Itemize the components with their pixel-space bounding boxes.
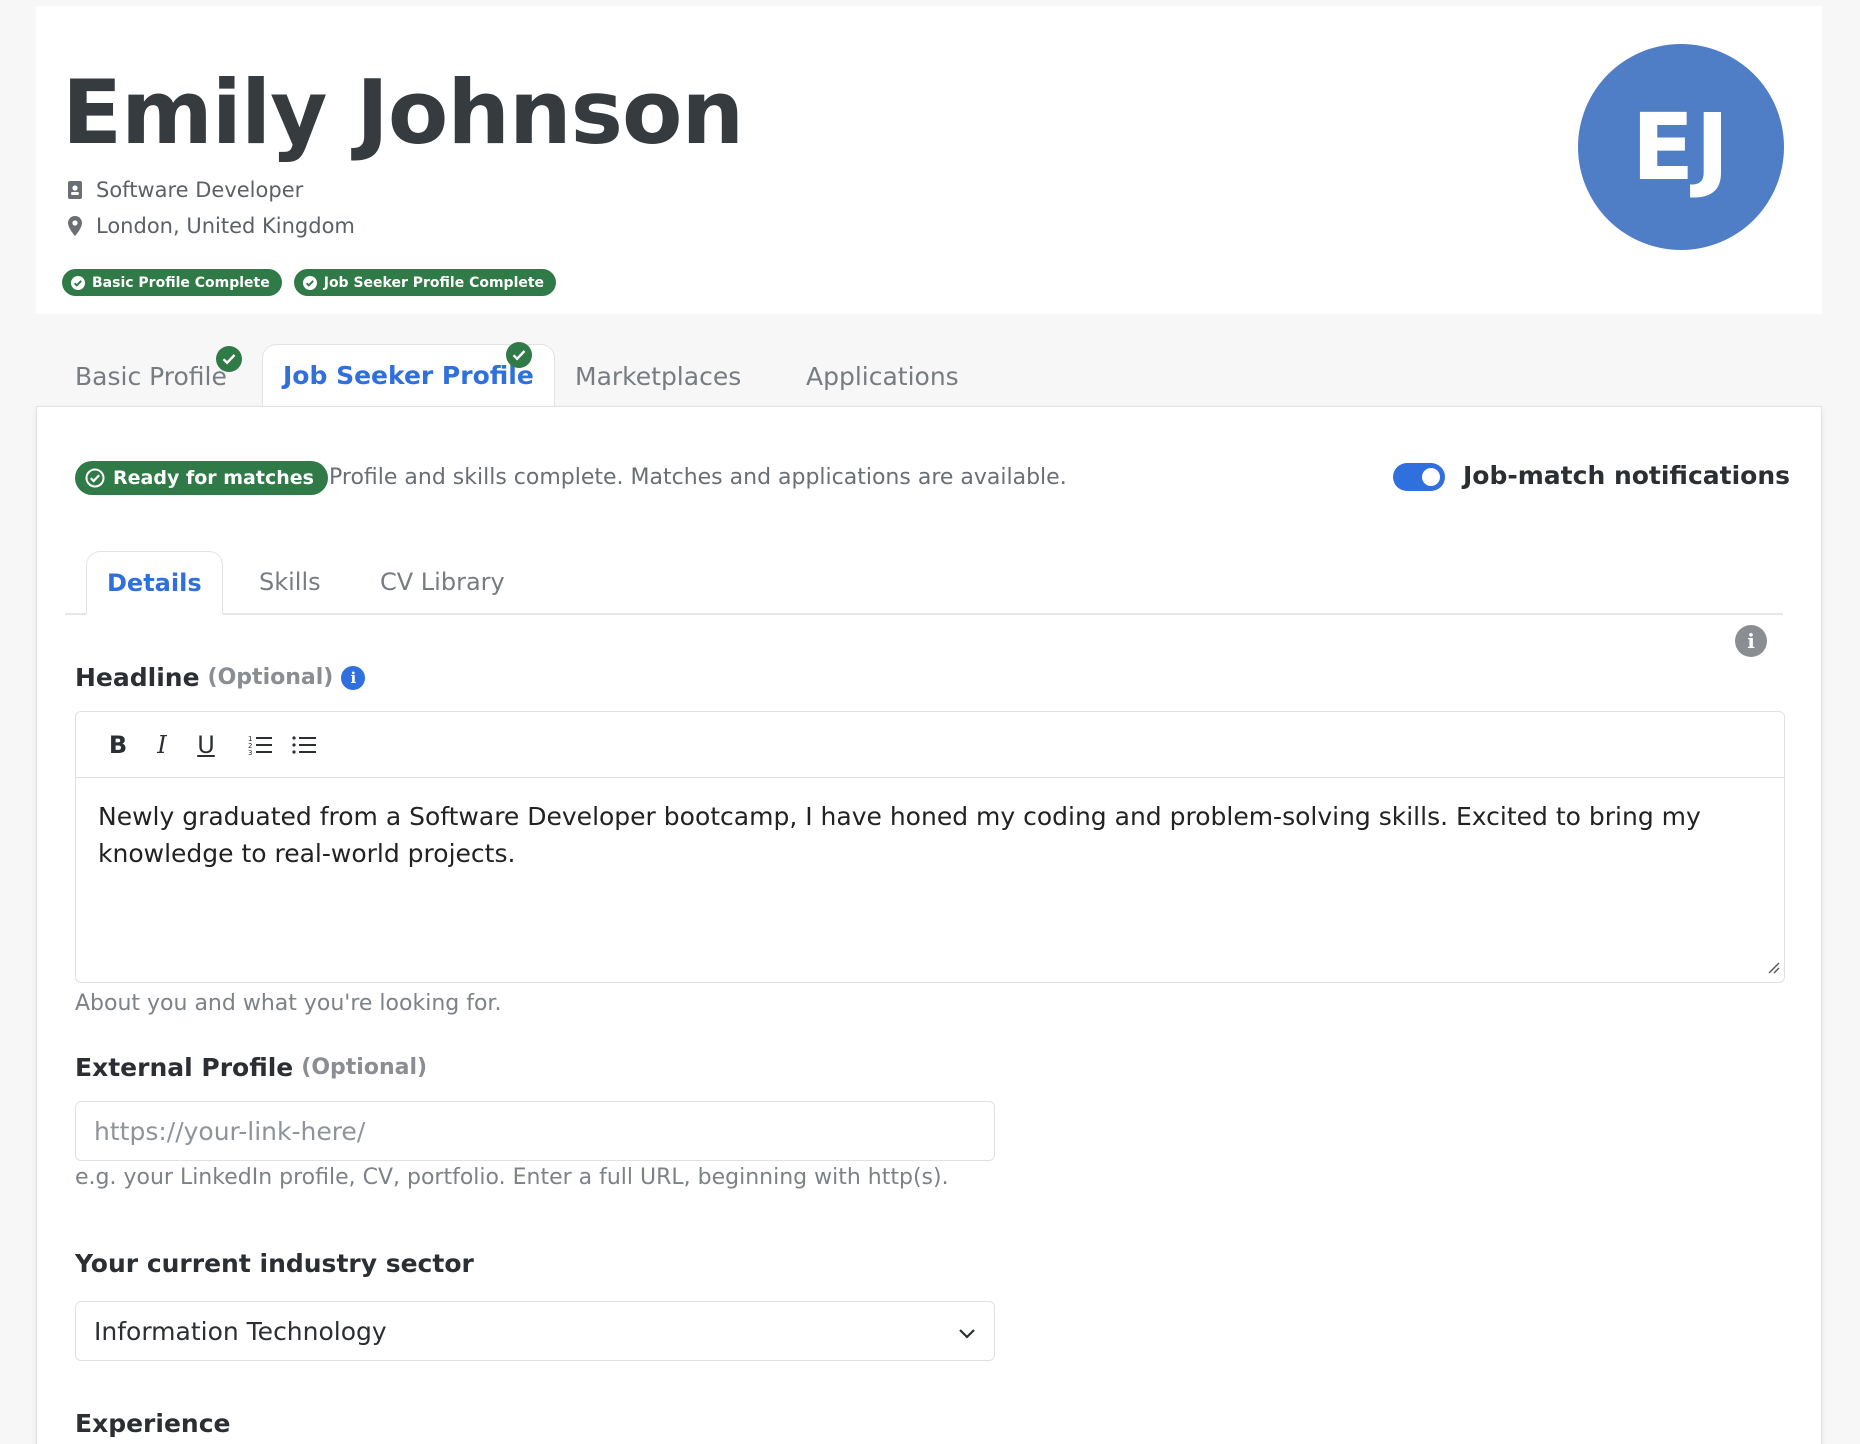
editor-toolbar: B I U 123 [76,712,1784,778]
profile-badges: Basic Profile Complete Job Seeker Profil… [62,269,557,296]
job-seeker-panel: Ready for matches Profile and skills com… [36,406,1822,1444]
location-row: London, United Kingdom [64,214,355,238]
badge-basic-profile: Basic Profile Complete [62,269,282,296]
headline-editor: B I U 123 Newly graduated from a Softwar… [75,711,1785,983]
experience-label: Experience [75,1409,231,1438]
check-circle-icon [70,275,86,291]
italic-button[interactable]: I [140,725,184,765]
tab-basic-profile[interactable]: Basic Profile [75,346,227,406]
headline-help-text: About you and what you're looking for. [75,991,502,1016]
toggle-knob [1422,468,1440,486]
headline-label: Headline (Optional) i [75,663,366,692]
toggle-label: Job-match notifications [1463,461,1791,490]
avatar[interactable]: EJ [1578,44,1784,250]
info-icon[interactable]: i [1735,625,1767,657]
tab-skills[interactable]: Skills [259,551,321,613]
industry-selected-value: Information Technology [94,1316,387,1346]
ordered-list-icon[interactable]: 123 [238,725,282,765]
profile-tabs: Basic Profile Job Seeker Profile Marketp… [36,342,1822,406]
svg-text:3: 3 [248,749,252,756]
tab-marketplaces[interactable]: Marketplaces [575,346,741,406]
sub-tabs: Details Skills CV Library [65,551,1783,615]
check-icon [216,346,242,372]
tab-details[interactable]: Details [86,551,223,615]
resize-handle-icon[interactable] [1766,959,1780,978]
bold-button[interactable]: B [96,725,140,765]
job-match-notifications-toggle[interactable] [1393,463,1445,491]
industry-label: Your current industry sector [75,1249,474,1278]
external-profile-label: External Profile (Optional) [75,1053,428,1082]
check-circle-icon [85,468,105,488]
map-pin-icon [64,215,86,237]
underline-button[interactable]: U [184,725,228,765]
external-profile-input[interactable] [94,1116,976,1146]
id-badge-icon [64,179,86,201]
external-profile-help-text: e.g. your LinkedIn profile, CV, portfoli… [75,1165,949,1190]
badge-job-seeker-profile: Job Seeker Profile Complete [293,269,557,296]
status-text: Profile and skills complete. Matches and… [329,465,1067,490]
job-title-row: Software Developer [64,178,303,202]
check-circle-icon [302,275,318,291]
tab-cv-library[interactable]: CV Library [380,551,505,613]
profile-name: Emily Johnson [62,61,744,164]
bullet-list-icon[interactable] [282,725,326,765]
info-icon[interactable]: i [341,665,366,690]
profile-header: Emily Johnson Software Developer London,… [36,6,1822,314]
tab-applications[interactable]: Applications [806,346,959,406]
external-profile-field[interactable] [75,1101,995,1161]
job-title: Software Developer [96,178,304,202]
ready-status-badge: Ready for matches [75,461,328,495]
check-icon [506,342,532,368]
industry-select[interactable]: Information Technology [75,1301,995,1361]
chevron-down-icon [958,1317,976,1346]
headline-textarea[interactable]: Newly graduated from a Software Develope… [76,778,1784,892]
location: London, United Kingdom [96,214,355,238]
